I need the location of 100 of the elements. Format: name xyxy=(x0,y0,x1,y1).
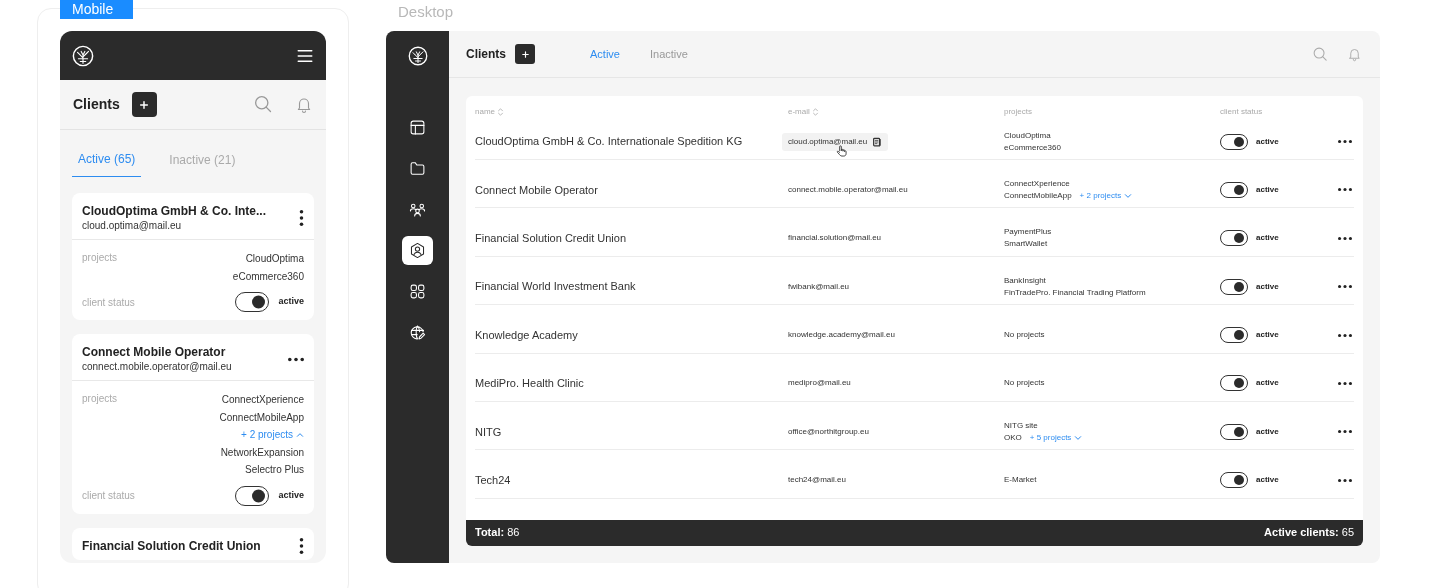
table-cell-text: MediPro. Health Clinic xyxy=(475,376,585,392)
grid-icon xyxy=(409,283,426,300)
table-cell-text: Financial World Investment Bank xyxy=(475,279,637,295)
column-header[interactable]: projects xyxy=(1004,106,1220,118)
project-name: Selectro Plus xyxy=(245,463,304,477)
dots-icon xyxy=(1338,477,1352,483)
email-chip[interactable]: cloud.optima@mail.eu xyxy=(782,132,889,151)
more-vertical-button[interactable] xyxy=(299,537,304,554)
status-text: active xyxy=(1256,425,1279,438)
toggle-switch[interactable] xyxy=(235,485,270,506)
more-button[interactable] xyxy=(1338,235,1352,241)
field-label: client status xyxy=(82,295,135,310)
toggle-switch[interactable] xyxy=(1220,278,1248,295)
status-text: active xyxy=(1256,183,1279,196)
tree-logo-icon xyxy=(72,44,94,67)
toggle-switch[interactable] xyxy=(1220,230,1248,247)
project-name: No projects xyxy=(1004,377,1046,390)
chevron-up-icon xyxy=(296,430,304,439)
add-button[interactable] xyxy=(131,92,157,117)
tab[interactable]: Inactive (21) xyxy=(163,150,242,177)
project-name: ConnectMobileApp xyxy=(1004,189,1072,202)
more-button[interactable] xyxy=(1338,380,1352,386)
project-name: ConnectXperience xyxy=(221,393,304,407)
column-header[interactable]: client status xyxy=(1220,106,1314,118)
toggle-switch[interactable] xyxy=(1220,133,1248,150)
tab[interactable]: Active (65) xyxy=(72,150,142,177)
dots-icon xyxy=(288,356,304,362)
search-icon[interactable] xyxy=(253,94,274,115)
client-email: cloud.optima@mail.eu xyxy=(82,219,183,233)
more-vertical-button[interactable] xyxy=(299,210,304,226)
field-label: client status xyxy=(82,489,135,503)
field-label: projects xyxy=(82,392,117,406)
sidebar-item[interactable] xyxy=(402,236,433,265)
people-icon xyxy=(409,201,426,218)
table-cell-text: NITG xyxy=(475,424,503,440)
page-title: Clients xyxy=(466,46,506,63)
more-button[interactable] xyxy=(1338,187,1352,193)
sort-icon xyxy=(497,108,504,116)
globe-icon xyxy=(409,324,426,341)
project-name: NetworkExpansion xyxy=(220,445,304,460)
status-text: active xyxy=(278,295,304,309)
client-email: connect.mobile.operator@mail.eu xyxy=(82,360,232,374)
more-button[interactable] xyxy=(1338,139,1352,144)
more-projects-link[interactable]: + 5 projects xyxy=(1029,431,1083,444)
field-label: projects xyxy=(82,251,117,265)
dots-icon xyxy=(1338,429,1352,435)
toggle-switch[interactable] xyxy=(1220,181,1248,198)
dots-icon xyxy=(1338,332,1352,338)
more-button[interactable] xyxy=(1338,429,1352,435)
more-button[interactable] xyxy=(1338,477,1352,483)
dots-icon xyxy=(1338,235,1352,241)
toggle-switch[interactable] xyxy=(1220,327,1248,344)
client-name: Connect Mobile Operator xyxy=(82,344,227,360)
table-cell: knowledge.academy@mail.eu xyxy=(788,329,895,342)
toggle-switch[interactable] xyxy=(235,292,270,312)
project-name: CloudOptima xyxy=(245,252,304,266)
column-header[interactable]: e-mail xyxy=(788,106,1004,118)
table-cell: fwibank@mail.eu xyxy=(788,280,850,293)
project-name: eCommerce360 xyxy=(232,269,304,284)
hand-cursor-icon xyxy=(836,144,847,157)
status-text: active xyxy=(1256,329,1279,342)
tab[interactable]: Active xyxy=(590,45,620,63)
project-name: ConnectXperience xyxy=(1004,177,1071,190)
more-projects-link[interactable]: + 2 projects xyxy=(1079,189,1133,202)
column-header[interactable]: name xyxy=(475,106,788,118)
toggle-switch[interactable] xyxy=(1220,423,1248,440)
status-text: active xyxy=(278,488,304,502)
sort-icon xyxy=(811,108,819,116)
tab[interactable]: Inactive xyxy=(650,45,688,63)
section-label: Desktop xyxy=(398,2,454,22)
table-cell: office@northitgroup.eu xyxy=(788,425,869,438)
dots-icon xyxy=(1338,284,1352,290)
project-name: CloudOptima xyxy=(1004,129,1052,142)
more-button[interactable] xyxy=(288,356,304,362)
project-name: BankInsight xyxy=(1004,274,1047,287)
total-count: Total: 86 xyxy=(475,525,520,541)
project-name: FinTradePro. Financial Trading Platform xyxy=(1004,286,1147,299)
bell-icon[interactable] xyxy=(295,95,313,114)
dots-icon xyxy=(1338,380,1352,386)
table-cell-text: Knowledge Academy xyxy=(475,327,579,343)
more-button[interactable] xyxy=(1338,332,1352,338)
project-name: OKO xyxy=(1004,431,1022,444)
status-text: active xyxy=(1256,135,1279,148)
section-label: Mobile xyxy=(60,0,133,19)
project-name: ConnectMobileApp xyxy=(219,410,304,425)
toggle-switch[interactable] xyxy=(1220,375,1248,392)
toggle-switch[interactable] xyxy=(1220,472,1248,489)
status-text: active xyxy=(1256,474,1279,487)
chevron-down-icon xyxy=(1124,191,1133,200)
chevron-down-icon xyxy=(1074,433,1083,442)
project-name: PaymentPlus xyxy=(1004,226,1053,239)
table-cell: tech24@mail.eu xyxy=(788,474,846,487)
table-cell: financial.solution@mail.eu xyxy=(788,232,882,245)
layout-icon xyxy=(409,119,426,136)
more-projects-link[interactable]: + 2 projects xyxy=(241,426,304,444)
vertical-dots-icon xyxy=(299,537,304,554)
copy-icon xyxy=(872,136,883,147)
add-button[interactable] xyxy=(515,44,535,64)
table-cell-text: Financial Solution Credit Union xyxy=(475,231,628,247)
more-button[interactable] xyxy=(1338,284,1352,290)
